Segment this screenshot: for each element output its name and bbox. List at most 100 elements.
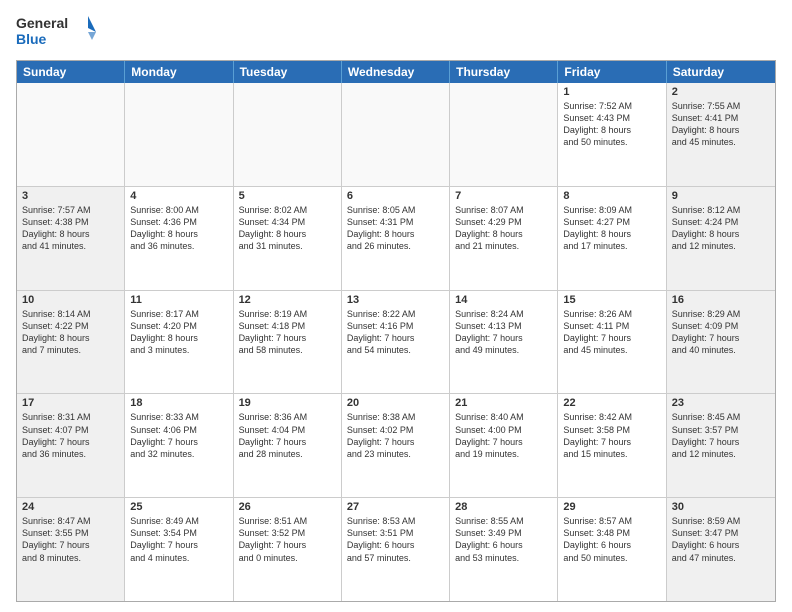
- day-number: 29: [563, 501, 660, 513]
- empty-cell: [234, 83, 342, 186]
- day-cell-11: 11 Sunrise: 8:17 AMSunset: 4:20 PMDayligh…: [125, 291, 233, 394]
- day-number: 11: [130, 294, 227, 306]
- day-number: 7: [455, 190, 552, 202]
- day-info: Sunrise: 8:53 AMSunset: 3:51 PMDaylight:…: [347, 515, 444, 564]
- day-cell-8: 8 Sunrise: 8:09 AMSunset: 4:27 PMDaylight…: [558, 187, 666, 290]
- header-tuesday: Tuesday: [234, 61, 342, 83]
- day-cell-17: 17 Sunrise: 8:31 AMSunset: 4:07 PMDayligh…: [17, 394, 125, 497]
- day-info: Sunrise: 8:24 AMSunset: 4:13 PMDaylight:…: [455, 308, 552, 357]
- day-number: 5: [239, 190, 336, 202]
- day-info: Sunrise: 8:12 AMSunset: 4:24 PMDaylight:…: [672, 204, 770, 253]
- day-cell-20: 20Sunrise: 8:38 AMSunset: 4:02 PMDayligh…: [342, 394, 450, 497]
- calendar: SundayMondayTuesdayWednesdayThursdayFrid…: [16, 60, 776, 602]
- day-number: 1: [563, 86, 660, 98]
- header-thursday: Thursday: [450, 61, 558, 83]
- day-number: 17: [22, 397, 119, 409]
- svg-text:Blue: Blue: [16, 31, 47, 47]
- day-cell-3: 3 Sunrise: 7:57 AMSunset: 4:38 PMDaylight…: [17, 187, 125, 290]
- week-row-1: 3 Sunrise: 7:57 AMSunset: 4:38 PMDaylight…: [17, 187, 775, 291]
- day-number: 9: [672, 190, 770, 202]
- day-info: Sunrise: 7:52 AMSunset: 4:43 PMDaylight:…: [563, 100, 660, 149]
- week-row-2: 10Sunrise: 8:14 AMSunset: 4:22 PMDayligh…: [17, 291, 775, 395]
- logo-svg: General Blue: [16, 12, 96, 52]
- day-cell-29: 29 Sunrise: 8:57 AMSunset: 3:48 PMDayligh…: [558, 498, 666, 601]
- day-info: Sunrise: 8:49 AMSunset: 3:54 PMDaylight:…: [130, 515, 227, 564]
- week-row-0: 1 Sunrise: 7:52 AMSunset: 4:43 PMDaylight…: [17, 83, 775, 187]
- day-number: 13: [347, 294, 444, 306]
- day-info: Sunrise: 8:14 AMSunset: 4:22 PMDaylight:…: [22, 308, 119, 357]
- header-friday: Friday: [558, 61, 666, 83]
- day-cell-18: 18Sunrise: 8:33 AMSunset: 4:06 PMDayligh…: [125, 394, 233, 497]
- day-number: 16: [672, 294, 770, 306]
- day-info: Sunrise: 8:42 AMSunset: 3:58 PMDaylight:…: [563, 411, 660, 460]
- day-info: Sunrise: 8:29 AMSunset: 4:09 PMDaylight:…: [672, 308, 770, 357]
- day-info: Sunrise: 8:51 AMSunset: 3:52 PMDaylight:…: [239, 515, 336, 564]
- empty-cell: [17, 83, 125, 186]
- day-number: 21: [455, 397, 552, 409]
- day-cell-9: 9 Sunrise: 8:12 AMSunset: 4:24 PMDaylight…: [667, 187, 775, 290]
- day-info: Sunrise: 8:02 AMSunset: 4:34 PMDaylight:…: [239, 204, 336, 253]
- day-cell-13: 13Sunrise: 8:22 AMSunset: 4:16 PMDayligh…: [342, 291, 450, 394]
- day-cell-1: 1 Sunrise: 7:52 AMSunset: 4:43 PMDaylight…: [558, 83, 666, 186]
- day-number: 22: [563, 397, 660, 409]
- day-cell-14: 14 Sunrise: 8:24 AMSunset: 4:13 PMDayligh…: [450, 291, 558, 394]
- day-cell-10: 10Sunrise: 8:14 AMSunset: 4:22 PMDayligh…: [17, 291, 125, 394]
- day-info: Sunrise: 8:07 AMSunset: 4:29 PMDaylight:…: [455, 204, 552, 253]
- day-cell-5: 5 Sunrise: 8:02 AMSunset: 4:34 PMDaylight…: [234, 187, 342, 290]
- day-info: Sunrise: 7:55 AMSunset: 4:41 PMDaylight:…: [672, 100, 770, 149]
- day-info: Sunrise: 8:17 AMSunset: 4:20 PMDaylight:…: [130, 308, 227, 357]
- day-number: 23: [672, 397, 770, 409]
- day-cell-15: 15 Sunrise: 8:26 AMSunset: 4:11 PMDayligh…: [558, 291, 666, 394]
- day-cell-24: 24Sunrise: 8:47 AMSunset: 3:55 PMDayligh…: [17, 498, 125, 601]
- day-info: Sunrise: 8:57 AMSunset: 3:48 PMDaylight:…: [563, 515, 660, 564]
- day-cell-12: 12 Sunrise: 8:19 AMSunset: 4:18 PMDayligh…: [234, 291, 342, 394]
- day-info: Sunrise: 8:45 AMSunset: 3:57 PMDaylight:…: [672, 411, 770, 460]
- day-info: Sunrise: 8:33 AMSunset: 4:06 PMDaylight:…: [130, 411, 227, 460]
- day-number: 28: [455, 501, 552, 513]
- day-number: 8: [563, 190, 660, 202]
- day-cell-22: 22 Sunrise: 8:42 AMSunset: 3:58 PMDayligh…: [558, 394, 666, 497]
- page-header: General Blue: [16, 12, 776, 52]
- day-cell-4: 4Sunrise: 8:00 AMSunset: 4:36 PMDaylight…: [125, 187, 233, 290]
- svg-text:General: General: [16, 15, 68, 31]
- day-cell-7: 7 Sunrise: 8:07 AMSunset: 4:29 PMDaylight…: [450, 187, 558, 290]
- day-number: 14: [455, 294, 552, 306]
- day-info: Sunrise: 8:26 AMSunset: 4:11 PMDaylight:…: [563, 308, 660, 357]
- calendar-header: SundayMondayTuesdayWednesdayThursdayFrid…: [17, 61, 775, 83]
- day-number: 15: [563, 294, 660, 306]
- header-monday: Monday: [125, 61, 233, 83]
- day-cell-6: 6Sunrise: 8:05 AMSunset: 4:31 PMDaylight…: [342, 187, 450, 290]
- day-number: 12: [239, 294, 336, 306]
- header-saturday: Saturday: [667, 61, 775, 83]
- day-number: 3: [22, 190, 119, 202]
- day-info: Sunrise: 8:55 AMSunset: 3:49 PMDaylight:…: [455, 515, 552, 564]
- day-number: 25: [130, 501, 227, 513]
- day-cell-23: 23 Sunrise: 8:45 AMSunset: 3:57 PMDayligh…: [667, 394, 775, 497]
- week-row-4: 24Sunrise: 8:47 AMSunset: 3:55 PMDayligh…: [17, 498, 775, 601]
- day-cell-30: 30Sunrise: 8:59 AMSunset: 3:47 PMDayligh…: [667, 498, 775, 601]
- empty-cell: [342, 83, 450, 186]
- day-number: 19: [239, 397, 336, 409]
- empty-cell: [450, 83, 558, 186]
- header-sunday: Sunday: [17, 61, 125, 83]
- day-info: Sunrise: 8:38 AMSunset: 4:02 PMDaylight:…: [347, 411, 444, 460]
- logo: General Blue: [16, 12, 96, 52]
- day-info: Sunrise: 8:19 AMSunset: 4:18 PMDaylight:…: [239, 308, 336, 357]
- day-info: Sunrise: 7:57 AMSunset: 4:38 PMDaylight:…: [22, 204, 119, 253]
- week-row-3: 17 Sunrise: 8:31 AMSunset: 4:07 PMDayligh…: [17, 394, 775, 498]
- day-number: 30: [672, 501, 770, 513]
- header-wednesday: Wednesday: [342, 61, 450, 83]
- day-info: Sunrise: 8:00 AMSunset: 4:36 PMDaylight:…: [130, 204, 227, 253]
- day-cell-21: 21Sunrise: 8:40 AMSunset: 4:00 PMDayligh…: [450, 394, 558, 497]
- day-cell-16: 16 Sunrise: 8:29 AMSunset: 4:09 PMDayligh…: [667, 291, 775, 394]
- day-number: 6: [347, 190, 444, 202]
- calendar-body: 1 Sunrise: 7:52 AMSunset: 4:43 PMDaylight…: [17, 83, 775, 601]
- day-info: Sunrise: 8:31 AMSunset: 4:07 PMDaylight:…: [22, 411, 119, 460]
- day-number: 26: [239, 501, 336, 513]
- day-cell-26: 26 Sunrise: 8:51 AMSunset: 3:52 PMDayligh…: [234, 498, 342, 601]
- day-cell-28: 28 Sunrise: 8:55 AMSunset: 3:49 PMDayligh…: [450, 498, 558, 601]
- day-cell-2: 2Sunrise: 7:55 AMSunset: 4:41 PMDaylight…: [667, 83, 775, 186]
- day-cell-25: 25 Sunrise: 8:49 AMSunset: 3:54 PMDayligh…: [125, 498, 233, 601]
- day-info: Sunrise: 8:09 AMSunset: 4:27 PMDaylight:…: [563, 204, 660, 253]
- day-number: 27: [347, 501, 444, 513]
